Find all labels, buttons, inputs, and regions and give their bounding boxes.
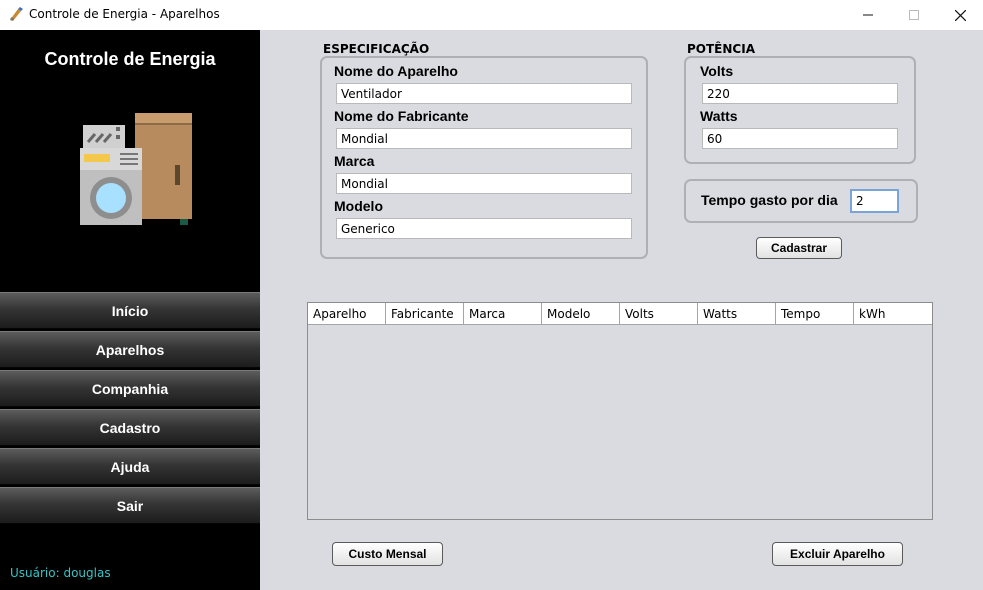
close-button[interactable]	[937, 0, 983, 30]
aparelhos-table: Aparelho Fabricante Marca Modelo Volts W…	[307, 302, 933, 520]
marca-label: Marca	[334, 153, 375, 169]
column-header-volts[interactable]: Volts	[620, 303, 698, 324]
column-header-tempo[interactable]: Tempo	[776, 303, 854, 324]
watts-label: Watts	[700, 108, 738, 124]
nav-cadastro-button[interactable]: Cadastro	[0, 409, 260, 446]
user-label: Usuário: douglas	[10, 566, 111, 580]
column-header-watts[interactable]: Watts	[698, 303, 776, 324]
column-header-kwh[interactable]: kWh	[854, 303, 932, 324]
brand-title: Controle de Energia	[44, 49, 216, 69]
maximize-button[interactable]	[891, 0, 937, 30]
tempo-input[interactable]: 2	[850, 189, 899, 213]
volts-label: Volts	[700, 63, 734, 79]
marca-input[interactable]: Mondial	[336, 173, 632, 194]
column-header-modelo[interactable]: Modelo	[542, 303, 620, 324]
nome-aparelho-label: Nome do Aparelho	[334, 63, 458, 79]
close-icon	[954, 9, 966, 21]
minimize-icon	[863, 14, 873, 16]
minimize-button[interactable]	[845, 0, 891, 30]
table-header: Aparelho Fabricante Marca Modelo Volts W…	[308, 303, 932, 325]
title-bar: Controle de Energia - Aparelhos	[0, 0, 983, 30]
maximize-icon	[909, 10, 919, 20]
tempo-label: Tempo gasto por dia	[701, 192, 838, 208]
nome-aparelho-input[interactable]: Ventilador	[336, 83, 632, 104]
main-panel: ESPECIFICAÇÃO Nome do Aparelho Ventilado…	[260, 30, 983, 590]
nome-fabricante-input[interactable]: Mondial	[336, 128, 632, 149]
excluir-aparelho-button[interactable]: Excluir Aparelho	[772, 542, 903, 566]
modelo-input[interactable]: Generico	[336, 218, 632, 239]
volts-input[interactable]: 220	[702, 83, 898, 104]
nome-fabricante-label: Nome do Fabricante	[334, 108, 469, 124]
column-header-marca[interactable]: Marca	[464, 303, 542, 324]
nav-companhia-button[interactable]: Companhia	[0, 370, 260, 407]
nav-ajuda-button[interactable]: Ajuda	[0, 448, 260, 485]
modelo-label: Modelo	[334, 198, 383, 214]
column-header-fabricante[interactable]: Fabricante	[386, 303, 464, 324]
nav-inicio-button[interactable]: Início	[0, 292, 260, 329]
app-icon	[10, 7, 23, 21]
nav-aparelhos-button[interactable]: Aparelhos	[0, 331, 260, 368]
cadastrar-button[interactable]: Cadastrar	[756, 237, 842, 259]
custo-mensal-button[interactable]: Custo Mensal	[332, 542, 443, 566]
watts-input[interactable]: 60	[702, 128, 898, 149]
sidebar: Controle de Energia Início Aparelhos Com…	[0, 30, 260, 590]
potencia-title: POTÊNCIA	[687, 42, 755, 56]
column-header-aparelho[interactable]: Aparelho	[308, 303, 386, 324]
window-title: Controle de Energia - Aparelhos	[29, 7, 220, 21]
especificacao-title: ESPECIFICAÇÃO	[323, 42, 430, 56]
nav-sair-button[interactable]: Sair	[0, 487, 260, 524]
appliances-icon	[80, 113, 192, 225]
